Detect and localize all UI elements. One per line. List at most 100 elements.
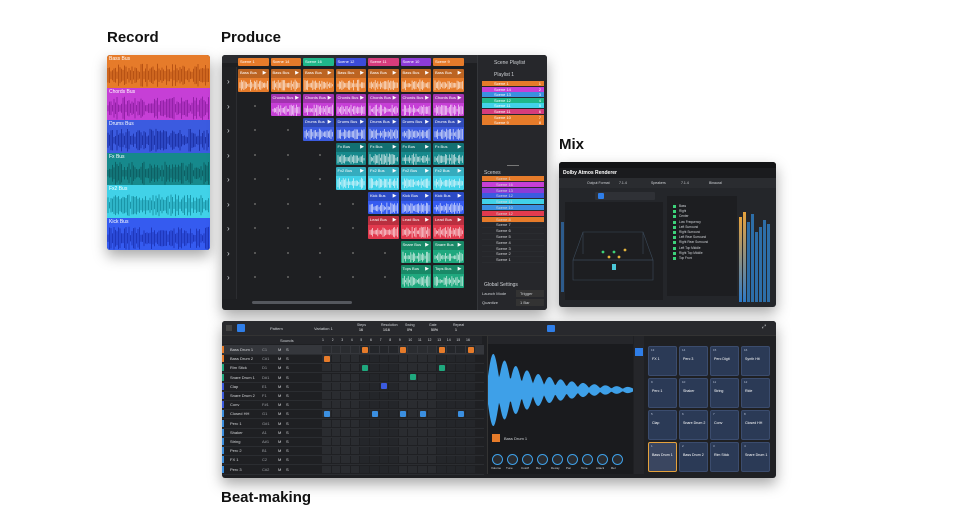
mute-button[interactable]: M bbox=[278, 467, 281, 472]
clip[interactable]: Bass Bus ▶ bbox=[238, 69, 269, 92]
step-cell[interactable] bbox=[446, 465, 456, 473]
empty-clip-slot[interactable] bbox=[254, 227, 257, 230]
step-cell[interactable] bbox=[418, 465, 427, 473]
record-track[interactable]: Chords Bus bbox=[107, 87, 210, 120]
step-cell[interactable] bbox=[398, 456, 408, 464]
clip[interactable]: Drums Bus ▶ bbox=[335, 118, 366, 141]
scene-header[interactable]: Scene 11 bbox=[368, 58, 399, 66]
step-cell[interactable] bbox=[437, 355, 446, 363]
step-cell[interactable] bbox=[350, 428, 360, 436]
play-icon[interactable]: ▶ bbox=[295, 70, 299, 76]
step-cell[interactable] bbox=[341, 438, 350, 445]
clip[interactable]: Bass Bus ▶ bbox=[400, 69, 431, 92]
step-cell[interactable] bbox=[350, 447, 360, 455]
mute-button[interactable]: M bbox=[278, 457, 281, 462]
clip[interactable]: Bass Bus ▶ bbox=[303, 69, 334, 92]
produce-scrollbar[interactable] bbox=[252, 301, 352, 304]
play-icon[interactable]: ▶ bbox=[458, 95, 462, 101]
step-cell[interactable] bbox=[456, 346, 465, 353]
step-cell[interactable] bbox=[408, 428, 417, 436]
drum-pad[interactable]: 8 Closed HH bbox=[741, 410, 770, 440]
step-cell[interactable] bbox=[398, 373, 408, 381]
track-launch-arrow[interactable]: › bbox=[227, 273, 230, 282]
step-cell[interactable] bbox=[360, 373, 369, 381]
drum-pad[interactable]: 16 Synth Hit bbox=[741, 346, 770, 376]
drum-pad[interactable]: 14 Perc 3 bbox=[679, 346, 708, 376]
step-cell[interactable] bbox=[331, 447, 341, 455]
mute-button[interactable]: M bbox=[278, 411, 281, 416]
track-launch-arrow[interactable]: › bbox=[227, 77, 230, 86]
step-cell[interactable] bbox=[331, 382, 341, 390]
clip[interactable]: Lead Bus ▶ bbox=[433, 216, 464, 239]
play-icon[interactable]: ▶ bbox=[425, 95, 429, 101]
step-cell[interactable] bbox=[331, 456, 341, 464]
mute-button[interactable]: M bbox=[278, 384, 281, 389]
mute-button[interactable]: M bbox=[278, 402, 281, 407]
step-cell[interactable] bbox=[427, 438, 437, 445]
param-value[interactable]: 1/16 bbox=[383, 328, 390, 332]
step-cell[interactable] bbox=[360, 355, 369, 363]
knob[interactable] bbox=[567, 454, 578, 465]
step-cell[interactable] bbox=[350, 392, 360, 399]
step-cell[interactable] bbox=[389, 382, 398, 390]
step-cell[interactable] bbox=[418, 346, 427, 353]
track-launch-arrow[interactable]: › bbox=[227, 200, 230, 209]
step-cell[interactable] bbox=[379, 447, 389, 455]
drum-pad[interactable]: 10 Shaker bbox=[679, 378, 708, 408]
clip[interactable]: Kick Bus ▶ bbox=[433, 191, 464, 214]
step-cell[interactable] bbox=[437, 401, 446, 409]
step-cell[interactable] bbox=[456, 364, 465, 372]
clip[interactable]: Drums Bus ▶ bbox=[368, 118, 399, 141]
step-cell[interactable] bbox=[322, 428, 331, 436]
empty-clip-slot[interactable] bbox=[351, 202, 354, 205]
mix-tab[interactable]: 7.1.4 bbox=[681, 181, 689, 185]
step-cell[interactable] bbox=[360, 382, 369, 390]
variation-select[interactable]: Variation 1 bbox=[314, 326, 333, 331]
step-cell[interactable] bbox=[341, 465, 350, 473]
mute-button[interactable]: M bbox=[278, 347, 281, 352]
step-cell[interactable] bbox=[379, 373, 389, 381]
knob[interactable] bbox=[522, 454, 533, 465]
active-step[interactable] bbox=[323, 355, 330, 362]
step-cell[interactable] bbox=[350, 465, 360, 473]
active-step[interactable] bbox=[361, 364, 368, 371]
step-cell[interactable] bbox=[398, 438, 408, 445]
empty-clip-slot[interactable] bbox=[286, 129, 289, 132]
step-cell[interactable] bbox=[389, 401, 398, 409]
playlist-item[interactable]: Scene 12 4 bbox=[482, 97, 544, 103]
clip[interactable]: Fx2 Bus ▶ bbox=[368, 167, 399, 190]
empty-clip-slot[interactable] bbox=[319, 178, 322, 181]
step-cell[interactable] bbox=[322, 373, 331, 381]
clip[interactable]: Bass Bus ▶ bbox=[368, 69, 399, 92]
step-cell[interactable] bbox=[466, 382, 475, 390]
step-cell[interactable] bbox=[322, 419, 331, 427]
step-cell[interactable] bbox=[350, 355, 360, 363]
play-icon[interactable]: ▶ bbox=[425, 70, 429, 76]
step-cell[interactable] bbox=[446, 355, 456, 363]
play-icon[interactable]: ▶ bbox=[458, 266, 462, 272]
empty-clip-slot[interactable] bbox=[319, 227, 322, 230]
clip[interactable]: Snare Bus ▶ bbox=[433, 240, 464, 263]
step-cell[interactable] bbox=[331, 419, 341, 427]
play-icon[interactable]: ▶ bbox=[425, 168, 429, 174]
step-cell[interactable] bbox=[466, 456, 475, 464]
mute-button[interactable]: M bbox=[278, 375, 281, 380]
step-cell[interactable] bbox=[408, 382, 417, 390]
step-cell[interactable] bbox=[331, 401, 341, 409]
step-cell[interactable] bbox=[408, 456, 417, 464]
step-cell[interactable] bbox=[389, 364, 398, 372]
step-cell[interactable] bbox=[322, 438, 331, 445]
step-cell[interactable] bbox=[360, 456, 369, 464]
clip[interactable]: Chords Bus ▶ bbox=[270, 93, 301, 116]
step-cell[interactable] bbox=[331, 364, 341, 372]
knob[interactable] bbox=[612, 454, 623, 465]
step-cell[interactable] bbox=[408, 419, 417, 427]
step-cell[interactable] bbox=[398, 465, 408, 473]
step-cell[interactable] bbox=[379, 401, 389, 409]
step-cell[interactable] bbox=[350, 364, 360, 372]
step-cell[interactable] bbox=[398, 428, 408, 436]
play-icon[interactable]: ▶ bbox=[360, 95, 364, 101]
step-cell[interactable] bbox=[466, 364, 475, 372]
step-cell[interactable] bbox=[466, 465, 475, 473]
step-cell[interactable] bbox=[360, 465, 369, 473]
